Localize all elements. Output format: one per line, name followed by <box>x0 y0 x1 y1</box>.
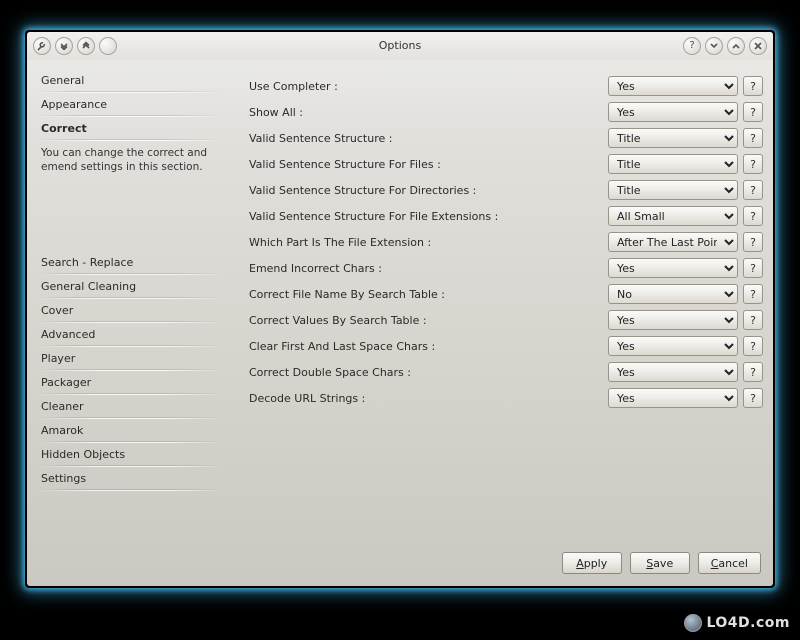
setting-row: Valid Sentence Structure For Directories… <box>249 178 763 202</box>
globe-icon <box>684 614 702 632</box>
sidebar-tab-label: Appearance <box>41 98 107 111</box>
section-description: You can change the correct and emend set… <box>31 140 231 184</box>
titlebar: Options ? <box>27 32 773 60</box>
sidebar-tab-hidden-objects[interactable]: Hidden Objects <box>31 442 231 466</box>
setting-label: Correct File Name By Search Table : <box>249 288 608 301</box>
setting-row: Decode URL Strings :Yes? <box>249 386 763 410</box>
sidebar-tab-label: Player <box>41 352 75 365</box>
setting-row: Valid Sentence Structure For File Extens… <box>249 204 763 228</box>
sidebar-tab-general-cleaning[interactable]: General Cleaning <box>31 274 231 298</box>
options-window: Options ? General Appearance Correct You c… <box>27 32 773 586</box>
setting-label: Clear First And Last Space Chars : <box>249 340 608 353</box>
row-help-button[interactable]: ? <box>743 258 763 278</box>
row-help-button[interactable]: ? <box>743 102 763 122</box>
row-help-button[interactable]: ? <box>743 180 763 200</box>
setting-label: Valid Sentence Structure For File Extens… <box>249 210 608 223</box>
row-help-button[interactable]: ? <box>743 362 763 382</box>
sidebar-tab-cover[interactable]: Cover <box>31 298 231 322</box>
window-title: Options <box>27 39 773 52</box>
cancel-button[interactable]: Cancel <box>698 552 761 574</box>
setting-dropdown[interactable]: After The Last Point <box>608 232 738 252</box>
row-help-button[interactable]: ? <box>743 388 763 408</box>
close-icon[interactable] <box>749 37 767 55</box>
setting-row: Use Completer :Yes? <box>249 74 763 98</box>
tools-icon[interactable] <box>33 37 51 55</box>
setting-label: Use Completer : <box>249 80 608 93</box>
sidebar-tab-advanced[interactable]: Advanced <box>31 322 231 346</box>
sidebar-tab-label: Amarok <box>41 424 83 437</box>
setting-label: Correct Values By Search Table : <box>249 314 608 327</box>
setting-dropdown[interactable]: Title <box>608 154 738 174</box>
sidebar-tab-label: General Cleaning <box>41 280 136 293</box>
sidebar-tab-label: Settings <box>41 472 86 485</box>
sidebar-tab-general[interactable]: General <box>31 68 231 92</box>
sidebar-tab-cleaner[interactable]: Cleaner <box>31 394 231 418</box>
row-help-button[interactable]: ? <box>743 206 763 226</box>
sidebar-tab-label: Packager <box>41 376 91 389</box>
sidebar-tab-label: General <box>41 74 84 87</box>
sidebar-tab-player[interactable]: Player <box>31 346 231 370</box>
setting-row: Clear First And Last Space Chars :Yes? <box>249 334 763 358</box>
collapse-up-icon[interactable] <box>77 37 95 55</box>
setting-label: Show All : <box>249 106 608 119</box>
row-help-button[interactable]: ? <box>743 232 763 252</box>
blank-button-icon[interactable] <box>99 37 117 55</box>
sidebar-tab-label: Advanced <box>41 328 95 341</box>
setting-label: Decode URL Strings : <box>249 392 608 405</box>
setting-dropdown[interactable]: No <box>608 284 738 304</box>
sidebar: General Appearance Correct You can change … <box>31 64 231 546</box>
sidebar-tab-appearance[interactable]: Appearance <box>31 92 231 116</box>
settings-panel: Use Completer :Yes?Show All :Yes?Valid S… <box>231 64 763 546</box>
setting-label: Emend Incorrect Chars : <box>249 262 608 275</box>
sidebar-tab-label: Hidden Objects <box>41 448 125 461</box>
setting-dropdown[interactable]: Yes <box>608 362 738 382</box>
setting-row: Valid Sentence Structure :Title? <box>249 126 763 150</box>
row-help-button[interactable]: ? <box>743 154 763 174</box>
sidebar-tab-amarok[interactable]: Amarok <box>31 418 231 442</box>
setting-label: Correct Double Space Chars : <box>249 366 608 379</box>
setting-dropdown[interactable]: Yes <box>608 336 738 356</box>
row-help-button[interactable]: ? <box>743 76 763 96</box>
row-help-button[interactable]: ? <box>743 284 763 304</box>
setting-dropdown[interactable]: Title <box>608 180 738 200</box>
sidebar-tab-label: Cleaner <box>41 400 84 413</box>
setting-dropdown[interactable]: Yes <box>608 258 738 278</box>
sidebar-tab-label: Search - Replace <box>41 256 133 269</box>
save-button[interactable]: Save <box>630 552 690 574</box>
row-help-button[interactable]: ? <box>743 128 763 148</box>
maximize-icon[interactable] <box>727 37 745 55</box>
setting-row: Correct Double Space Chars :Yes? <box>249 360 763 384</box>
setting-label: Valid Sentence Structure : <box>249 132 608 145</box>
setting-dropdown[interactable]: Yes <box>608 102 738 122</box>
setting-row: Which Part Is The File Extension :After … <box>249 230 763 254</box>
setting-label: Valid Sentence Structure For Files : <box>249 158 608 171</box>
setting-label: Valid Sentence Structure For Directories… <box>249 184 608 197</box>
sidebar-tab-settings[interactable]: Settings <box>31 466 231 490</box>
apply-button[interactable]: Apply <box>562 552 622 574</box>
sidebar-tab-search-replace[interactable]: Search - Replace <box>31 250 231 274</box>
setting-row: Valid Sentence Structure For Files :Titl… <box>249 152 763 176</box>
sidebar-tab-label: Correct <box>41 122 87 135</box>
help-icon[interactable]: ? <box>683 37 701 55</box>
setting-dropdown[interactable]: Yes <box>608 388 738 408</box>
minimize-icon[interactable] <box>705 37 723 55</box>
sidebar-tab-correct[interactable]: Correct <box>31 116 231 140</box>
setting-row: Show All :Yes? <box>249 100 763 124</box>
watermark: LO4D.com <box>684 614 790 632</box>
setting-dropdown[interactable]: Title <box>608 128 738 148</box>
setting-row: Emend Incorrect Chars :Yes? <box>249 256 763 280</box>
row-help-button[interactable]: ? <box>743 310 763 330</box>
dialog-footer: Apply Save Cancel <box>27 546 773 586</box>
setting-label: Which Part Is The File Extension : <box>249 236 608 249</box>
setting-row: Correct Values By Search Table :Yes? <box>249 308 763 332</box>
row-help-button[interactable]: ? <box>743 336 763 356</box>
sidebar-tab-packager[interactable]: Packager <box>31 370 231 394</box>
setting-row: Correct File Name By Search Table :No? <box>249 282 763 306</box>
collapse-down-icon[interactable] <box>55 37 73 55</box>
setting-dropdown[interactable]: Yes <box>608 310 738 330</box>
sidebar-tab-label: Cover <box>41 304 73 317</box>
setting-dropdown[interactable]: Yes <box>608 76 738 96</box>
setting-dropdown[interactable]: All Small <box>608 206 738 226</box>
